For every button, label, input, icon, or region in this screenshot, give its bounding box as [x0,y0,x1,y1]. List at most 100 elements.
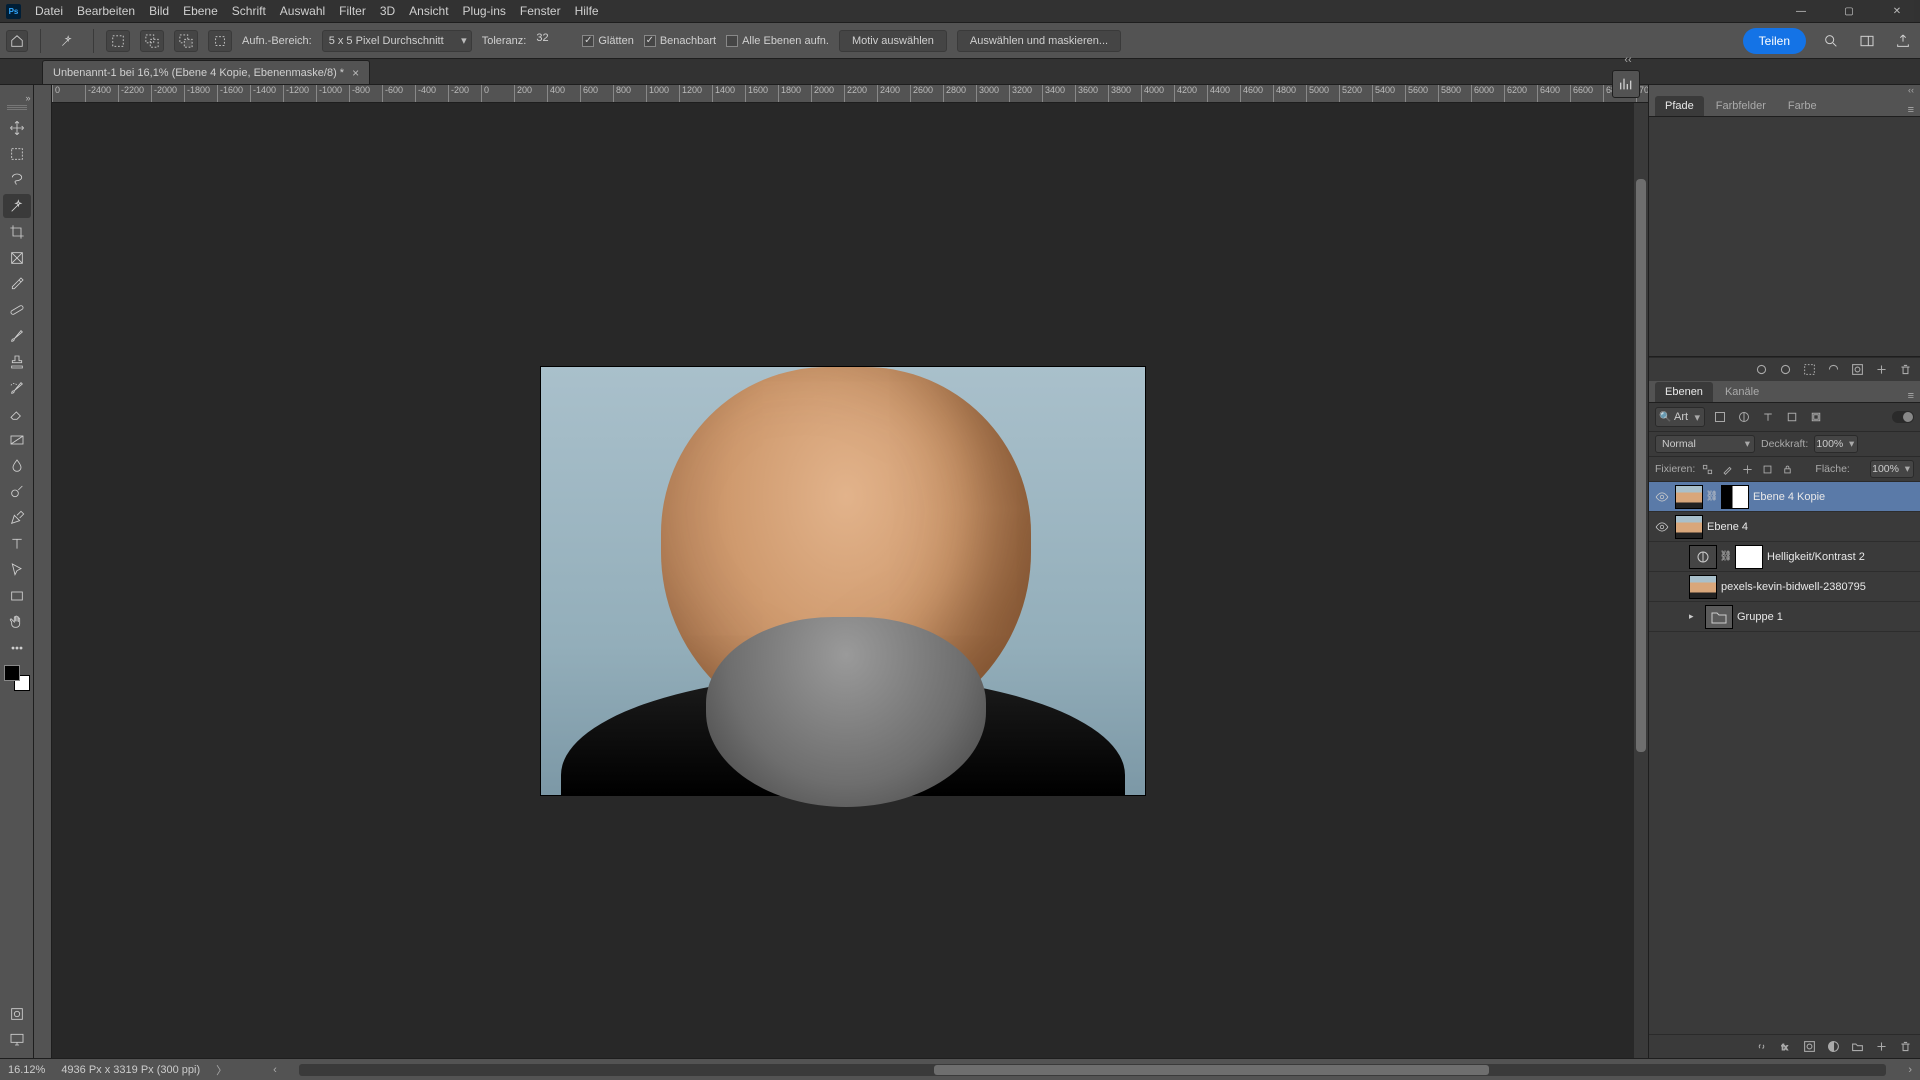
healing-brush-tool[interactable] [3,298,31,322]
filter-pixel-icon[interactable] [1711,408,1729,426]
gradient-tool[interactable] [3,428,31,452]
contiguous-checkbox[interactable] [644,35,656,47]
lock-transparency-icon[interactable] [1699,461,1715,477]
menu-file[interactable]: Datei [35,4,63,18]
layer-row[interactable]: ▸ Gruppe 1 [1649,602,1920,632]
sample-all-layers-checkbox[interactable] [726,35,738,47]
layer-name[interactable]: Ebene 4 [1707,521,1748,533]
layer-row[interactable]: pexels-kevin-bidwell-2380795 [1649,572,1920,602]
menu-view[interactable]: Ansicht [409,4,448,18]
menu-plugins[interactable]: Plug-ins [463,4,506,18]
eyedropper-tool[interactable] [3,272,31,296]
panel-collapse-chevrons[interactable]: ‹‹ [1616,48,1640,72]
new-path-icon[interactable] [1872,361,1890,379]
filter-adjust-icon[interactable] [1735,408,1753,426]
dodge-tool[interactable] [3,480,31,504]
layer-name[interactable]: Ebene 4 Kopie [1753,491,1825,503]
screen-mode-tool[interactable] [3,1027,31,1051]
lock-artboard-icon[interactable] [1759,461,1775,477]
export-button[interactable] [1892,30,1914,52]
menu-help[interactable]: Hilfe [575,4,599,18]
delete-layer-icon[interactable] [1896,1038,1914,1056]
scrollbar-vertical-thumb[interactable] [1636,179,1646,752]
layer-effects-icon[interactable]: fx [1776,1038,1794,1056]
filter-type-icon[interactable] [1759,408,1777,426]
add-mask-icon[interactable] [1800,1038,1818,1056]
sample-size-combo[interactable]: 5 x 5 Pixel Durchschnitt [322,30,472,52]
tab-paths[interactable]: Pfade [1655,96,1704,116]
lock-position-icon[interactable] [1739,461,1755,477]
menu-filter[interactable]: Filter [339,4,366,18]
layer-visibility-toggle[interactable] [1653,488,1671,506]
quick-mask-tool[interactable] [3,1002,31,1026]
filter-shape-icon[interactable] [1783,408,1801,426]
workspace-button[interactable] [1856,30,1878,52]
layer-mask-thumbnail[interactable] [1735,545,1763,569]
pen-tool[interactable] [3,506,31,530]
magic-wand-tool[interactable] [3,194,31,218]
more-tools[interactable] [3,636,31,660]
menu-3d[interactable]: 3D [380,4,395,18]
panel-column-collapse[interactable]: ‹‹ [1649,85,1920,95]
lock-pixels-icon[interactable] [1719,461,1735,477]
crop-tool[interactable] [3,220,31,244]
lock-all-icon[interactable] [1779,461,1795,477]
foreground-color-swatch[interactable] [4,665,20,681]
window-minimize-button[interactable]: — [1784,0,1818,22]
layer-visibility-toggle[interactable] [1653,518,1671,536]
window-maximize-button[interactable]: ▢ [1832,0,1866,22]
color-swatches[interactable] [4,665,30,691]
menu-layer[interactable]: Ebene [183,4,218,18]
shape-tool[interactable] [3,584,31,608]
tab-layers[interactable]: Ebenen [1655,382,1713,402]
select-and-mask-button[interactable]: Auswählen und maskieren... [957,30,1121,52]
brush-tool[interactable] [3,324,31,348]
toolbar-grip[interactable] [7,105,27,111]
history-brush-tool[interactable] [3,376,31,400]
delete-path-icon[interactable] [1896,361,1914,379]
menu-window[interactable]: Fenster [520,4,561,18]
group-twisty-icon[interactable]: ▸ [1689,611,1701,622]
layer-mask-thumbnail[interactable] [1721,485,1749,509]
layer-row[interactable]: ⛓Helligkeit/Kontrast 2 [1649,542,1920,572]
scrollbar-vertical[interactable] [1634,103,1648,1058]
status-doc-info[interactable]: 4936 Px x 3319 Px (300 ppi) [61,1064,200,1076]
add-mask-from-path-icon[interactable] [1848,361,1866,379]
menu-type[interactable]: Schrift [232,4,266,18]
hscroll-left-arrow[interactable]: ‹ [273,1064,277,1076]
lasso-tool[interactable] [3,168,31,192]
document-tab-close-icon[interactable]: × [352,66,359,80]
path-to-selection-icon[interactable] [1800,361,1818,379]
home-button[interactable] [6,30,28,52]
clone-stamp-tool[interactable] [3,350,31,374]
eraser-tool[interactable] [3,402,31,426]
link-layers-icon[interactable] [1752,1038,1770,1056]
hscroll-right-arrow[interactable]: › [1908,1064,1912,1076]
paths-panel-body[interactable] [1649,117,1920,357]
share-button[interactable]: Teilen [1743,28,1806,54]
scrollbar-horizontal[interactable] [299,1064,1887,1076]
filter-smart-icon[interactable] [1807,408,1825,426]
document-tab[interactable]: Unbenannt-1 bei 16,1% (Ebene 4 Kopie, Eb… [42,60,370,84]
new-layer-icon[interactable] [1872,1038,1890,1056]
path-selection-tool[interactable] [3,558,31,582]
selection-to-path-icon[interactable] [1824,361,1842,379]
layers-panel-menu-icon[interactable]: ≡ [1902,390,1920,402]
layer-link-icon[interactable]: ⛓ [1707,491,1717,502]
path-fill-icon[interactable] [1752,361,1770,379]
layer-name[interactable]: Gruppe 1 [1737,611,1783,623]
antialias-checkbox[interactable] [582,35,594,47]
menu-image[interactable]: Bild [149,4,169,18]
add-to-selection-button[interactable] [140,30,164,52]
menu-select[interactable]: Auswahl [280,4,325,18]
ruler-vertical[interactable] [34,85,52,1058]
intersect-selection-button[interactable] [208,30,232,52]
move-tool[interactable] [3,116,31,140]
tab-color[interactable]: Farbe [1778,96,1827,116]
layer-link-icon[interactable]: ⛓ [1721,551,1731,562]
ruler-horizontal[interactable]: 0-2400-2200-2000-1800-1600-1400-1200-100… [52,85,1648,103]
marquee-tool[interactable] [3,142,31,166]
contextual-panel-icon[interactable] [1612,70,1640,98]
new-group-icon[interactable] [1848,1038,1866,1056]
layer-filter-toggle[interactable] [1892,411,1914,423]
